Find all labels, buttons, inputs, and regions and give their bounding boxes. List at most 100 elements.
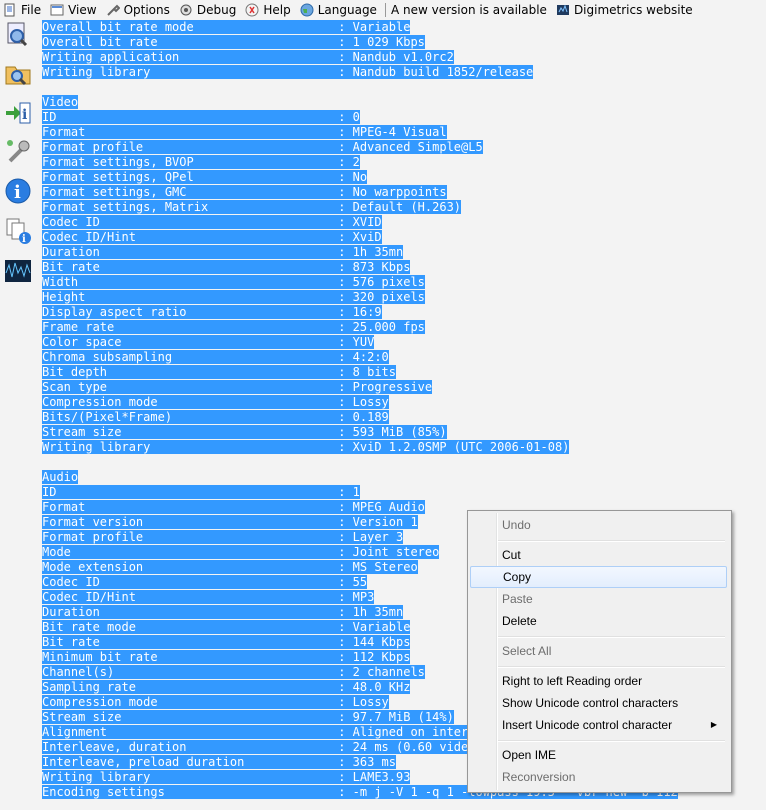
context-menu: Undo Cut Copy Paste Delete Select All Right to… bbox=[467, 510, 732, 793]
info-line-text: Bit rate : 873 Kbps bbox=[42, 260, 411, 274]
context-menu-item-label: Reconversion bbox=[502, 770, 576, 784]
context-menu-item[interactable]: Right to left Reading order bbox=[470, 670, 727, 692]
context-menu-item[interactable]: Copy bbox=[470, 566, 727, 588]
info-line-text: Mode : Joint stereo bbox=[42, 545, 440, 559]
info-line-text: Format settings, QPel : No bbox=[42, 170, 368, 184]
info-line-text: Format profile : Layer 3 bbox=[42, 530, 404, 544]
info-line-text: Color space : YUV bbox=[42, 335, 375, 349]
menu-view[interactable]: View bbox=[47, 0, 102, 20]
export-button[interactable]: i bbox=[3, 100, 33, 130]
context-menu-separator bbox=[498, 636, 725, 638]
menu-language-label: Language bbox=[317, 3, 377, 17]
open-folder-button[interactable] bbox=[3, 60, 33, 90]
info-line: Codec ID/Hint : XviD bbox=[42, 230, 678, 245]
info-line: Format settings, GMC : No warppoints bbox=[42, 185, 678, 200]
info-line-text: Compression mode : Lossy bbox=[42, 695, 389, 709]
info-line: Audio bbox=[42, 470, 678, 485]
info-line-text: Codec ID/Hint : MP3 bbox=[42, 590, 375, 604]
menu-help[interactable]: Help bbox=[242, 0, 296, 20]
menu-debug[interactable]: Debug bbox=[176, 0, 242, 20]
context-menu-item[interactable]: Delete bbox=[470, 610, 727, 632]
context-menu-item[interactable]: Reconversion bbox=[470, 766, 727, 788]
open-file-button[interactable] bbox=[3, 21, 33, 51]
info-line: Stream size : 593 MiB (85%) bbox=[42, 425, 678, 440]
info-line-text: Stream size : 593 MiB (85%) bbox=[42, 425, 447, 439]
submenu-arrow-icon: ▶ bbox=[710, 720, 717, 729]
help-icon bbox=[245, 3, 259, 17]
menu-options-label: Options bbox=[123, 3, 170, 17]
info-line: Overall bit rate : 1 029 Kbps bbox=[42, 35, 678, 50]
menu-file[interactable]: File bbox=[0, 0, 47, 20]
info-line: Frame rate : 25.000 fps bbox=[42, 320, 678, 335]
open-file-icon bbox=[4, 20, 32, 52]
info-line-text: ID : 1 bbox=[42, 485, 360, 499]
info-line-text: Sampling rate : 48.0 KHz bbox=[42, 680, 411, 694]
info-line-text: Format : MPEG-4 Visual bbox=[42, 125, 447, 139]
info-line-text: Writing library : LAME3.93 bbox=[42, 770, 411, 784]
info-line-text: Audio bbox=[42, 470, 79, 484]
info-line bbox=[42, 455, 678, 470]
export-icon: i bbox=[4, 99, 32, 131]
info-line-text: Overall bit rate : 1 029 Kbps bbox=[42, 35, 425, 49]
info-line: Color space : YUV bbox=[42, 335, 678, 350]
info-line: Duration : 1h 35mn bbox=[42, 245, 678, 260]
svg-text:i: i bbox=[14, 182, 21, 203]
info-line-text: Mode extension : MS Stereo bbox=[42, 560, 418, 574]
menu-separator bbox=[384, 3, 386, 17]
menu-language[interactable]: Language bbox=[297, 0, 383, 20]
info-line bbox=[42, 80, 678, 95]
info-line: Scan type : Progressive bbox=[42, 380, 678, 395]
copy-files-button[interactable]: i bbox=[3, 218, 33, 248]
info-line-text: Duration : 1h 35mn bbox=[42, 245, 404, 259]
menu-view-label: View bbox=[68, 3, 97, 17]
info-line: Format profile : Advanced Simple@L5 bbox=[42, 140, 678, 155]
context-menu-item[interactable]: Paste bbox=[470, 588, 727, 610]
context-menu-item[interactable]: Cut bbox=[470, 544, 727, 566]
context-menu-item[interactable]: Show Unicode control characters bbox=[470, 692, 727, 714]
info-line-text: Chroma subsampling : 4:2:0 bbox=[42, 350, 389, 364]
context-menu-item-label: Cut bbox=[502, 548, 521, 562]
context-menu-item[interactable]: Select All bbox=[470, 640, 727, 662]
preferences-button[interactable] bbox=[3, 138, 33, 168]
context-menu-item-label: Undo bbox=[502, 518, 531, 532]
info-line: Bit depth : 8 bits bbox=[42, 365, 678, 380]
info-line: Bit rate : 873 Kbps bbox=[42, 260, 678, 275]
context-menu-item-label: Insert Unicode control character bbox=[502, 718, 673, 732]
info-line-text: ID : 0 bbox=[42, 110, 360, 124]
info-line-text: Codec ID : XVID bbox=[42, 215, 382, 229]
copy-files-icon: i bbox=[4, 217, 32, 249]
info-line-text: Codec ID : 55 bbox=[42, 575, 368, 589]
options-icon bbox=[106, 3, 120, 17]
context-menu-item-label: Delete bbox=[502, 614, 537, 628]
menu-website[interactable]: Digimetrics website bbox=[553, 0, 699, 20]
info-line-text: Width : 576 pixels bbox=[42, 275, 425, 289]
context-menu-item[interactable]: Undo bbox=[470, 514, 727, 536]
info-line-text: Writing application : Nandub v1.0rc2 bbox=[42, 50, 454, 64]
info-line: ID : 0 bbox=[42, 110, 678, 125]
context-menu-item-label: Copy bbox=[503, 570, 532, 584]
info-line-text: Display aspect ratio : 16:9 bbox=[42, 305, 382, 319]
menu-options[interactable]: Options bbox=[103, 0, 176, 20]
info-line-text: Video bbox=[42, 95, 79, 109]
about-icon: i bbox=[4, 177, 32, 209]
info-line: Bits/(Pixel*Frame) : 0.189 bbox=[42, 410, 678, 425]
info-line-text: Format settings, BVOP : 2 bbox=[42, 155, 360, 169]
about-button[interactable]: i bbox=[3, 178, 33, 208]
info-line-text: Compression mode : Lossy bbox=[42, 395, 389, 409]
info-line: Chroma subsampling : 4:2:0 bbox=[42, 350, 678, 365]
website-icon bbox=[556, 3, 570, 17]
info-line-text: Bit rate : 144 Kbps bbox=[42, 635, 411, 649]
info-line: Writing library : XviD 1.2.0SMP (UTC 200… bbox=[42, 440, 678, 455]
info-line: Writing library : Nandub build 1852/rele… bbox=[42, 65, 678, 80]
context-menu-item[interactable]: Insert Unicode control character ▶ bbox=[470, 714, 727, 736]
info-line: Width : 576 pixels bbox=[42, 275, 678, 290]
waveform-icon bbox=[4, 257, 32, 289]
language-icon bbox=[300, 3, 314, 17]
info-line-text: Minimum bit rate : 112 Kbps bbox=[42, 650, 411, 664]
info-line: Writing application : Nandub v1.0rc2 bbox=[42, 50, 678, 65]
context-menu-item[interactable]: Open IME bbox=[470, 744, 727, 766]
info-line-text: Format profile : Advanced Simple@L5 bbox=[42, 140, 483, 154]
waveform-button[interactable] bbox=[3, 258, 33, 288]
info-line-text: Codec ID/Hint : XviD bbox=[42, 230, 382, 244]
menu-new-version[interactable]: A new version is available bbox=[388, 0, 553, 20]
